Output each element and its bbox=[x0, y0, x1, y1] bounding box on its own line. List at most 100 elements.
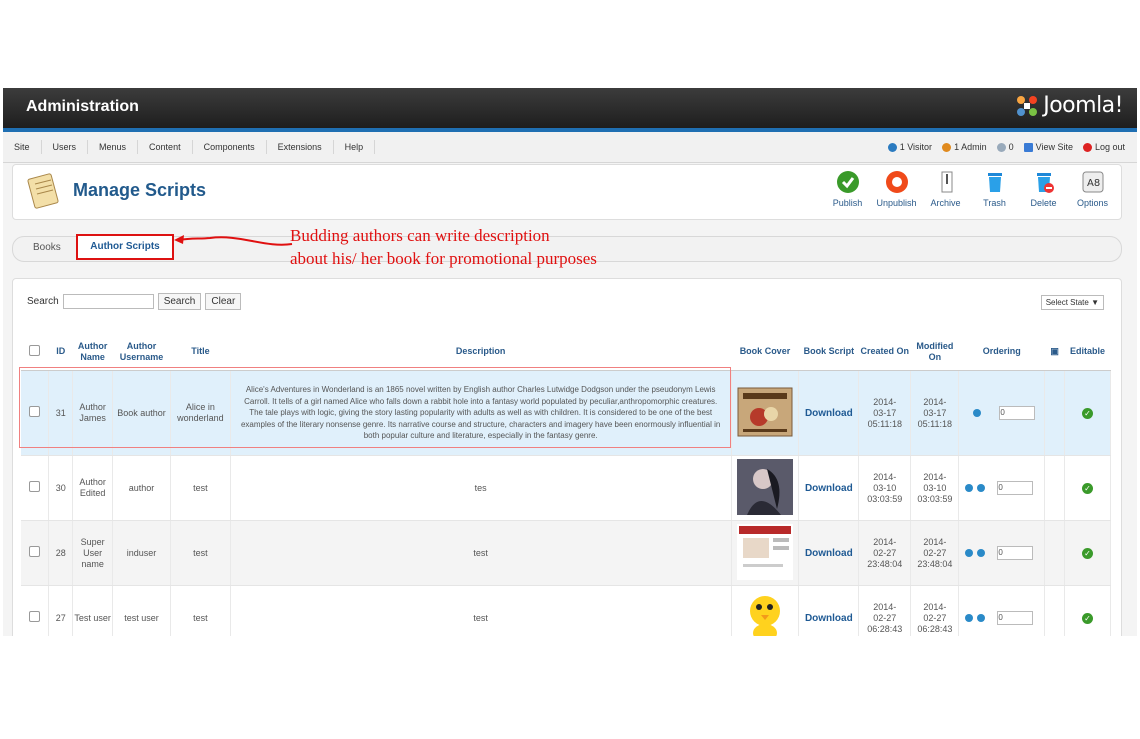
row-checkbox[interactable] bbox=[29, 546, 41, 557]
row-author-name: Super User name bbox=[72, 520, 114, 586]
menu-site[interactable]: Site bbox=[3, 140, 42, 154]
menu-extensions[interactable]: Extensions bbox=[267, 140, 334, 154]
col-author-name[interactable]: Author Name bbox=[72, 333, 113, 371]
row-title: Alice in wonderland bbox=[170, 370, 231, 456]
book-cover-image bbox=[731, 370, 800, 456]
col-description[interactable]: Description bbox=[230, 333, 731, 371]
table-row[interactable]: 31 Author James Book author Alice in won… bbox=[21, 370, 1111, 456]
editable-check-icon[interactable]: ✓ bbox=[1082, 482, 1093, 494]
select-all-checkbox[interactable] bbox=[21, 333, 49, 371]
row-created: 2014-02-27 23:48:04 bbox=[858, 520, 912, 586]
editable-check-icon[interactable]: ✓ bbox=[1082, 612, 1093, 624]
status-bar: 1 Visitor 1 Admin 0 View Site Log out bbox=[887, 132, 1125, 162]
menu-bar: Site Users Menus Content Components Exte… bbox=[3, 132, 1137, 163]
joomla-logo[interactable]: Joomla! bbox=[1015, 93, 1123, 118]
move-down-icon[interactable] bbox=[977, 483, 986, 492]
user-icon bbox=[887, 142, 897, 152]
row-description: tes bbox=[230, 455, 732, 521]
col-title[interactable]: Title bbox=[170, 333, 231, 371]
book-cover-image bbox=[731, 520, 800, 586]
editable-check-icon[interactable]: ✓ bbox=[1082, 547, 1093, 559]
annotation-line-2: about his/ her book for promotional purp… bbox=[290, 249, 597, 268]
delete-icon bbox=[1036, 173, 1054, 193]
row-id: 31 bbox=[48, 370, 74, 456]
search-label: Search bbox=[27, 296, 59, 307]
table-row[interactable]: 28 Super User name induser test test Dow… bbox=[21, 520, 1111, 586]
archive-icon bbox=[941, 171, 952, 193]
menu-help[interactable]: Help bbox=[334, 140, 376, 154]
unpublish-button[interactable]: Unpublish bbox=[872, 169, 921, 208]
col-modified[interactable]: Modified On bbox=[910, 333, 959, 371]
menu-content[interactable]: Content bbox=[138, 140, 193, 154]
search-button[interactable]: Search bbox=[157, 293, 202, 310]
menu-components[interactable]: Components bbox=[193, 140, 267, 154]
move-down-icon[interactable] bbox=[977, 613, 986, 622]
row-id: 28 bbox=[48, 520, 74, 586]
annotation-arrow-icon bbox=[174, 235, 293, 246]
row-modified: 2014-02-27 06:28:43 bbox=[910, 585, 960, 636]
order-input[interactable]: 0 bbox=[999, 406, 1036, 420]
row-username: test user bbox=[112, 585, 171, 636]
download-link[interactable]: Download bbox=[805, 548, 853, 559]
order-input[interactable]: 0 bbox=[997, 481, 1034, 495]
clear-button[interactable]: Clear bbox=[205, 293, 242, 310]
annotation-text: Budding authors can write description ab… bbox=[290, 224, 690, 270]
page-title: Manage Scripts bbox=[73, 180, 207, 200]
menu-users[interactable]: Users bbox=[42, 140, 89, 154]
svg-text:A8: A8 bbox=[1087, 178, 1100, 189]
row-created: 2014-03-17 05:11:18 bbox=[858, 370, 912, 456]
move-down-icon[interactable] bbox=[973, 408, 982, 417]
table-row[interactable]: 27 Test user test user test test Downloa… bbox=[21, 585, 1111, 636]
row-modified: 2014-03-10 03:03:59 bbox=[910, 455, 960, 521]
scripts-icon bbox=[27, 173, 59, 209]
view-site-link[interactable]: View Site bbox=[1023, 142, 1073, 152]
move-up-icon[interactable] bbox=[965, 548, 974, 557]
editable-check-icon[interactable]: ✓ bbox=[1082, 407, 1093, 419]
download-link[interactable]: Download bbox=[805, 483, 853, 494]
col-book-cover[interactable]: Book Cover bbox=[731, 333, 799, 371]
tab-books[interactable]: Books bbox=[33, 242, 61, 253]
menu-menus[interactable]: Menus bbox=[88, 140, 139, 154]
monitor-icon bbox=[1023, 142, 1033, 152]
row-modified: 2014-02-27 23:48:04 bbox=[910, 520, 960, 586]
annotation-line-1: Budding authors can write description bbox=[290, 226, 550, 245]
order-input[interactable]: 0 bbox=[997, 546, 1034, 560]
search-input[interactable] bbox=[62, 294, 154, 309]
move-up-icon[interactable] bbox=[965, 483, 974, 492]
joomla-logo-icon bbox=[1017, 95, 1038, 116]
logout-link[interactable]: Log out bbox=[1082, 142, 1125, 152]
move-up-icon[interactable] bbox=[965, 613, 974, 622]
row-username: author bbox=[112, 455, 171, 521]
row-checkbox[interactable] bbox=[29, 481, 41, 492]
col-created[interactable]: Created On bbox=[858, 333, 911, 371]
download-link[interactable]: Download bbox=[805, 408, 853, 419]
trash-button[interactable]: Trash bbox=[970, 169, 1019, 208]
row-checkbox[interactable] bbox=[29, 611, 41, 622]
col-id[interactable]: ID bbox=[48, 333, 73, 371]
admin-icon bbox=[942, 142, 952, 152]
table-row[interactable]: 30 Author Edited author test tes Downloa… bbox=[21, 455, 1111, 521]
download-link[interactable]: Download bbox=[805, 613, 853, 624]
save-order-icon[interactable]: ▣ bbox=[1044, 333, 1065, 371]
book-cover-image bbox=[731, 585, 800, 636]
tab-author-scripts[interactable]: Author Scripts bbox=[76, 234, 174, 260]
select-state-dropdown[interactable]: Select State ▼ bbox=[1040, 295, 1104, 310]
col-author-username[interactable]: Author Username bbox=[112, 333, 171, 371]
row-title: test bbox=[170, 455, 231, 521]
row-checkbox[interactable] bbox=[29, 406, 41, 417]
row-description: test bbox=[230, 585, 732, 636]
col-ordering[interactable]: Ordering bbox=[958, 333, 1045, 371]
col-book-script[interactable]: Book Script bbox=[798, 333, 859, 371]
delete-button[interactable]: Delete bbox=[1019, 169, 1068, 208]
options-button[interactable]: A8 Options bbox=[1068, 169, 1117, 208]
col-editable[interactable]: Editable bbox=[1064, 333, 1111, 371]
order-input[interactable]: 0 bbox=[997, 611, 1034, 625]
list-panel: Search Search Clear Select State ▼ ID Au… bbox=[12, 278, 1122, 636]
move-down-icon[interactable] bbox=[977, 548, 986, 557]
publish-button[interactable]: Publish bbox=[823, 169, 872, 208]
messages-count[interactable]: 0 bbox=[996, 142, 1014, 152]
archive-button[interactable]: Archive bbox=[921, 169, 970, 208]
admin-window: Administration Joomla! Site Users Menus … bbox=[3, 88, 1137, 636]
visitor-count: 1 Visitor bbox=[887, 142, 932, 152]
row-created: 2014-02-27 06:28:43 bbox=[858, 585, 912, 636]
